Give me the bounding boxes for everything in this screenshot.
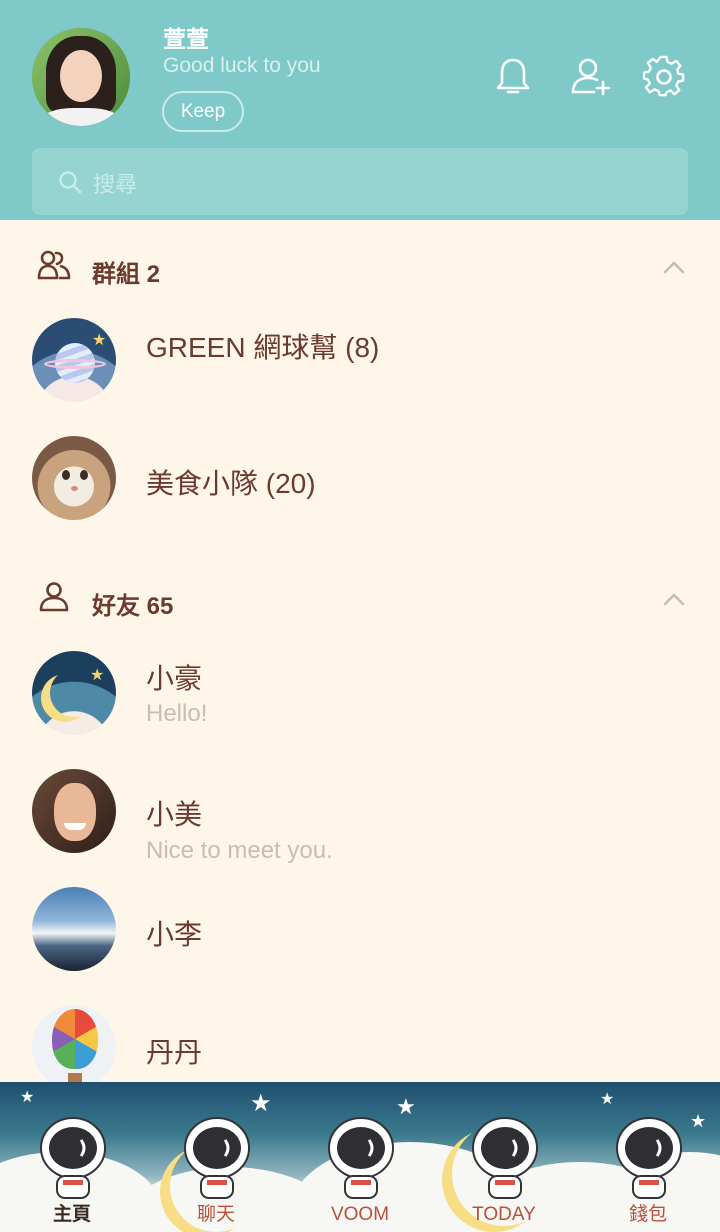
search-placeholder: 搜尋	[93, 172, 138, 197]
gear-icon[interactable]	[643, 55, 685, 97]
friend-avatar	[32, 769, 116, 853]
group-avatar: ★	[32, 318, 116, 402]
friend-icon	[39, 582, 69, 612]
nav-tab-today[interactable]: TODAY	[432, 1082, 576, 1232]
chevron-up-icon[interactable]	[662, 592, 686, 606]
astronaut-icon	[472, 1117, 538, 1199]
friend-status-message: Nice to meet you.	[146, 837, 333, 864]
profile-avatar[interactable]	[32, 28, 130, 126]
astronaut-icon	[328, 1117, 394, 1199]
profile-name[interactable]: 萱萱	[163, 20, 209, 54]
astronaut-icon	[616, 1117, 682, 1199]
nav-tab-label: 主頁	[52, 1204, 91, 1225]
friend-avatar	[32, 887, 116, 971]
keep-button[interactable]: Keep	[162, 91, 244, 132]
astronaut-icon	[184, 1117, 250, 1199]
nav-tab-label: 聊天	[196, 1204, 235, 1225]
nav-tab-wallet[interactable]: 錢包	[576, 1082, 720, 1232]
friend-name: 小美	[146, 799, 203, 830]
list-item[interactable]: 美食小隊 (20)	[0, 430, 720, 530]
list-item[interactable]: 小李	[0, 881, 720, 981]
friends-section-title: 好友 65	[92, 593, 174, 620]
groups-section-header[interactable]: 群組 2	[0, 236, 720, 296]
friend-status-message: Hello!	[146, 700, 208, 727]
nav-tab-voom[interactable]: VOOM	[288, 1082, 432, 1232]
nav-tab-home[interactable]: 主頁	[0, 1082, 144, 1232]
friend-avatar: ★	[32, 651, 116, 735]
profile-header: 萱萱 Good luck to you Keep 搜尋	[0, 0, 720, 220]
friend-name: 小豪	[146, 663, 203, 694]
list-item[interactable]: ★ GREEN 網球幫 (8)	[0, 312, 720, 412]
nav-tab-label: TODAY	[472, 1204, 536, 1225]
chevron-up-icon[interactable]	[662, 260, 686, 274]
astronaut-icon	[40, 1117, 106, 1199]
nav-tab-chats[interactable]: 聊天	[144, 1082, 288, 1232]
list-item[interactable]: 小美 Nice to meet you.	[0, 763, 720, 864]
bell-icon[interactable]	[492, 55, 534, 97]
friend-name: 丹丹	[146, 1037, 203, 1068]
group-name: GREEN 網球幫 (8)	[146, 332, 380, 363]
group-avatar	[32, 436, 116, 520]
add-friend-icon[interactable]	[570, 55, 612, 97]
group-name: 美食小隊 (20)	[146, 468, 316, 499]
friends-section-header[interactable]: 好友 65	[0, 568, 720, 628]
search-icon	[59, 171, 82, 194]
nav-tab-label: VOOM	[330, 1204, 390, 1225]
friend-avatar	[32, 1005, 116, 1089]
list-item[interactable]: ★ 小豪 Hello!	[0, 645, 720, 745]
bottom-tab-bar: ★ ★ ★ ★ ★ 主頁 聊天 VOOM TODAY 錢包	[0, 1082, 720, 1232]
nav-tab-label: 錢包	[628, 1204, 667, 1225]
group-icon	[37, 250, 71, 280]
profile-status-message[interactable]: Good luck to you	[163, 54, 321, 78]
friend-name: 小李	[146, 919, 203, 950]
groups-section-title: 群組 2	[92, 261, 161, 288]
